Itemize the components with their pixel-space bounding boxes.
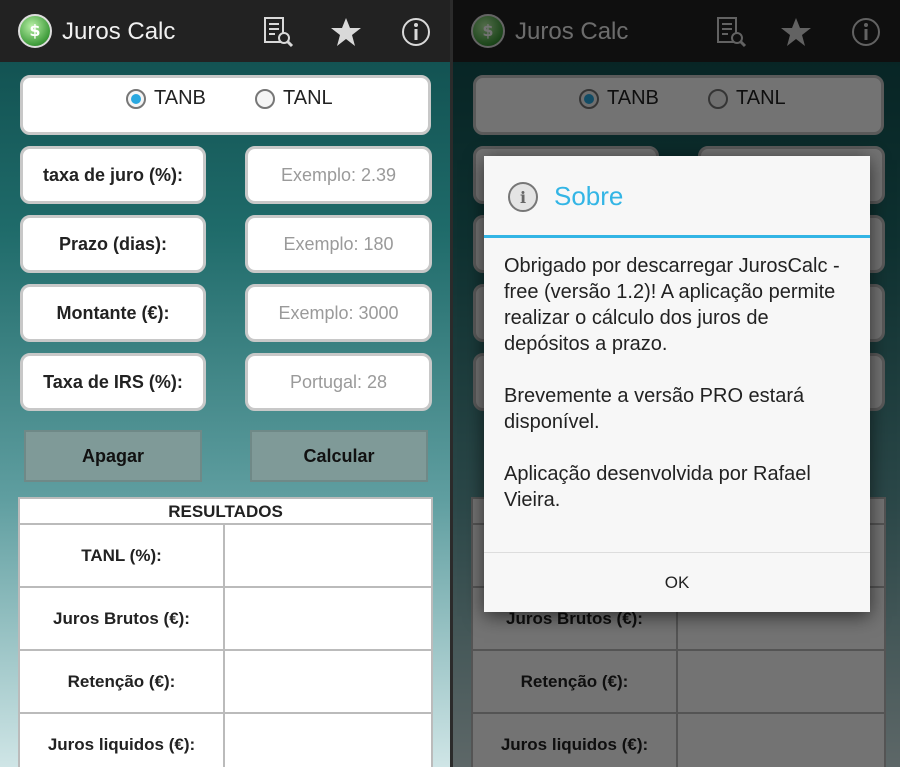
about-dialog: i Sobre Obrigado por descarregar JurosCa… bbox=[484, 156, 870, 612]
result-value bbox=[227, 588, 431, 649]
main-screen: Juros Calc TANB TANL taxa de juro (%): E… bbox=[0, 0, 450, 767]
radio-tanl-label: TANL bbox=[283, 87, 333, 109]
result-label: Retenção (€): bbox=[20, 651, 225, 712]
radio-unchecked-icon bbox=[255, 88, 275, 109]
term-days-input[interactable]: Exemplo: 180 bbox=[245, 215, 432, 273]
table-row: TANL (%): bbox=[20, 525, 431, 588]
calculate-button[interactable]: Calcular bbox=[250, 430, 428, 482]
app-logo-icon bbox=[18, 14, 52, 48]
result-value bbox=[227, 525, 431, 586]
dialog-message: Obrigado por descarregar JurosCalc - fre… bbox=[504, 253, 854, 539]
table-row: Juros liquidos (€): bbox=[20, 714, 431, 767]
interest-rate-label: taxa de juro (%): bbox=[20, 146, 206, 204]
search-list-icon[interactable] bbox=[262, 16, 294, 48]
radio-tanb-label: TANB bbox=[154, 87, 206, 109]
irs-rate-input[interactable]: Portugal: 28 bbox=[245, 353, 432, 411]
amount-label: Montante (€): bbox=[20, 284, 206, 342]
irs-rate-label: Taxa de IRS (%): bbox=[20, 353, 206, 411]
radio-checked-icon bbox=[126, 88, 146, 109]
radio-tanl[interactable]: TANL bbox=[255, 87, 333, 110]
ok-button[interactable]: OK bbox=[484, 552, 870, 612]
results-table: RESULTADOS TANL (%): Juros Brutos (€): R… bbox=[18, 497, 433, 767]
info-icon: i bbox=[508, 182, 538, 212]
result-value bbox=[227, 714, 431, 767]
app-title: Juros Calc bbox=[62, 18, 176, 45]
dialog-title: Sobre bbox=[554, 181, 624, 211]
dialog-paragraph: Aplicação desenvolvida por Rafael Vieira… bbox=[504, 463, 811, 511]
action-bar: Juros Calc bbox=[0, 0, 450, 62]
results-title: RESULTADOS bbox=[20, 499, 431, 525]
radio-tanb[interactable]: TANB bbox=[126, 87, 206, 110]
rate-type-group: TANB TANL bbox=[20, 75, 431, 135]
table-row: Juros Brutos (€): bbox=[20, 588, 431, 651]
amount-input[interactable]: Exemplo: 3000 bbox=[245, 284, 432, 342]
star-icon[interactable] bbox=[330, 16, 362, 48]
about-dialog-screen: Juros Calc TANB TANL bbox=[453, 0, 900, 767]
clear-button[interactable]: Apagar bbox=[24, 430, 202, 482]
info-icon[interactable] bbox=[400, 16, 432, 48]
dialog-paragraph: Brevemente a versão PRO estará disponíve… bbox=[504, 385, 805, 433]
table-row: Retenção (€): bbox=[20, 651, 431, 714]
result-label: Juros Brutos (€): bbox=[20, 588, 225, 649]
interest-rate-input[interactable]: Exemplo: 2.39 bbox=[245, 146, 432, 204]
result-label: TANL (%): bbox=[20, 525, 225, 586]
result-label: Juros liquidos (€): bbox=[20, 714, 225, 767]
screenshot-stage: Juros Calc TANB TANL taxa de juro (%): E… bbox=[0, 0, 900, 767]
dialog-paragraph: Obrigado por descarregar JurosCalc - fre… bbox=[504, 255, 840, 355]
result-value bbox=[227, 651, 431, 712]
dialog-header: i Sobre bbox=[484, 156, 870, 238]
term-days-label: Prazo (dias): bbox=[20, 215, 206, 273]
